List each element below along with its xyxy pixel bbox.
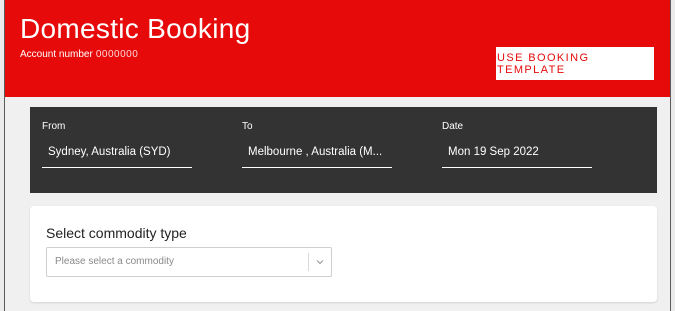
page-title: Domestic Booking	[20, 13, 251, 44]
account-label: Account number	[20, 49, 93, 60]
to-input[interactable]: Melbourne , Australia (M...	[242, 144, 392, 168]
route-search-bar: From Sydney, Australia (SYD) To Melbourn…	[30, 107, 657, 193]
page-header: Domestic Booking Account number 0000000 U…	[5, 0, 670, 97]
account-number: 0000000	[95, 49, 139, 60]
date-label: Date	[442, 121, 464, 132]
commodity-select[interactable]: Please select a commodity	[46, 247, 332, 277]
from-label: From	[42, 121, 66, 132]
from-input[interactable]: Sydney, Australia (SYD)	[42, 144, 192, 168]
to-label: To	[242, 121, 253, 132]
account-info: Account number 0000000	[20, 49, 138, 61]
chevron-down-icon[interactable]	[315, 257, 325, 267]
commodity-title: Select commodity type	[46, 225, 187, 241]
select-divider	[308, 253, 309, 271]
date-input[interactable]: Mon 19 Sep 2022	[442, 144, 592, 168]
commodity-card: Select commodity type Please select a co…	[30, 206, 657, 302]
commodity-placeholder: Please select a commodity	[55, 256, 174, 267]
use-booking-template-button[interactable]: USE BOOKING TEMPLATE	[496, 47, 654, 80]
app-window: Domestic Booking Account number 0000000 U…	[4, 0, 671, 311]
